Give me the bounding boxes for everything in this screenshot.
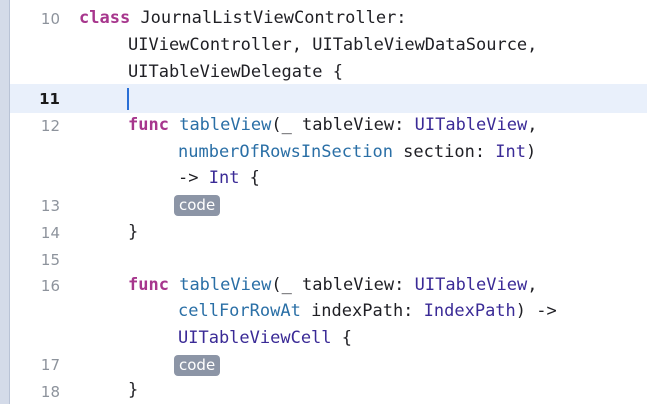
func2-return-type: UITableViewCell	[178, 328, 332, 348]
code-line-protocols-2[interactable]: UITableViewDelegate {	[128, 62, 343, 82]
line-number-10: 10	[40, 10, 60, 28]
func1-arrow: ->	[178, 168, 209, 188]
code-line-class-decl[interactable]: class JournalListViewController:	[79, 8, 407, 28]
func2-type-b: IndexPath	[423, 301, 516, 321]
func2-type-a: UITableView	[414, 275, 528, 295]
func2-params-a: (_ tableView:	[271, 275, 415, 295]
line-number-16: 16	[40, 277, 60, 295]
func2-params-b: indexPath:	[300, 301, 424, 321]
editor-gutter-bar	[0, 0, 10, 404]
func1-return-type: Int	[208, 168, 240, 188]
code-line-func1-param-b[interactable]: numberOfRowsInSection section: Int)	[178, 142, 536, 162]
code-line-func2-return[interactable]: UITableViewCell {	[178, 328, 352, 348]
func2-comma: ,	[527, 275, 538, 295]
func2-label-b: cellForRowAt	[178, 301, 301, 321]
line-number-11: 11	[39, 90, 60, 108]
func1-type-b: Int	[495, 142, 527, 162]
func1-type-a: UITableView	[414, 115, 528, 135]
line-number-14: 14	[40, 224, 60, 242]
func2-close-brace[interactable]: }	[128, 380, 138, 400]
class-keyword: class	[79, 8, 131, 28]
class-name: JournalListViewController:	[140, 8, 407, 28]
line-number-13: 13	[40, 197, 60, 215]
func2-code-placeholder[interactable]: code	[174, 355, 221, 376]
func1-name: tableView	[179, 115, 272, 135]
func1-close-brace[interactable]: }	[128, 222, 138, 242]
func1-params-a: (_ tableView:	[271, 115, 415, 135]
func1-label-b: numberOfRowsInSection	[178, 142, 393, 162]
func2-open-brace: {	[331, 328, 353, 348]
code-line-func2-param-b[interactable]: cellForRowAt indexPath: IndexPath) ->	[178, 301, 557, 321]
func1-open-brace: {	[239, 168, 260, 188]
func2-close-b: ) ->	[515, 301, 557, 321]
line-number-15: 15	[40, 251, 60, 269]
func1-comma: ,	[527, 115, 538, 135]
func2-name: tableView	[179, 275, 272, 295]
func1-code-placeholder[interactable]: code	[174, 195, 221, 216]
line-number-17: 17	[40, 356, 60, 374]
line-number-12: 12	[40, 117, 60, 135]
text-cursor	[127, 88, 129, 110]
code-line-func1-return[interactable]: -> Int {	[178, 168, 260, 188]
func1-close-b: )	[526, 142, 537, 162]
current-line-highlight	[10, 84, 647, 113]
func2-keyword: func	[128, 275, 169, 295]
func1-keyword: func	[128, 115, 169, 135]
line-number-18: 18	[40, 383, 60, 401]
func1-params-b: section:	[392, 142, 496, 162]
code-line-func2-signature[interactable]: func tableView(_ tableView: UITableView,	[128, 275, 537, 295]
code-line-func1-signature[interactable]: func tableView(_ tableView: UITableView,	[128, 115, 537, 135]
code-line-protocols-1[interactable]: UIViewController, UITableViewDataSource,	[128, 35, 537, 55]
